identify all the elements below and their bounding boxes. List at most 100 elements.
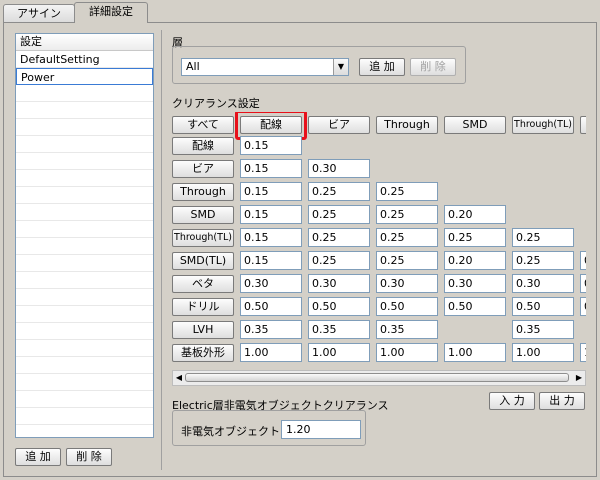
clearance-value-cell[interactable]: 0.30 — [444, 274, 506, 293]
clearance-value-cell[interactable]: 0.15 — [240, 182, 302, 201]
list-item-empty — [16, 204, 153, 221]
list-item-defaultsetting[interactable]: DefaultSetting — [16, 51, 153, 68]
list-item-empty — [16, 323, 153, 340]
clearance-header-col-3[interactable]: Through — [376, 116, 438, 134]
list-item-empty — [16, 374, 153, 391]
add-setting-button[interactable]: 追 加 — [15, 448, 61, 466]
clearance-value-cell[interactable]: 0.30 — [376, 274, 438, 293]
clearance-value-cell[interactable]: 0.50 — [376, 297, 438, 316]
settings-list-header: 設定 — [16, 34, 153, 51]
clearance-row-button[interactable]: SMD — [172, 206, 234, 224]
output-button[interactable]: 出 力 — [539, 392, 585, 410]
input-button[interactable]: 入 力 — [489, 392, 535, 410]
scrollbar-thumb[interactable] — [185, 373, 569, 382]
list-item-empty — [16, 289, 153, 306]
clearance-header-col-1[interactable]: 配線 — [240, 116, 302, 134]
list-item-empty — [16, 391, 153, 408]
clearance-row-button[interactable]: ベタ — [172, 275, 234, 293]
list-item-empty — [16, 238, 153, 255]
clearance-row-button[interactable]: SMD(TL) — [172, 252, 234, 270]
clearance-value-cell[interactable]: 0 — [580, 251, 586, 270]
clearance-value-cell[interactable]: 0.20 — [444, 205, 506, 224]
clearance-value-cell[interactable]: 0.50 — [240, 297, 302, 316]
add-layer-button[interactable]: 追 加 — [359, 58, 405, 76]
clearance-value-cell[interactable]: 0.15 — [240, 205, 302, 224]
clearance-value-cell[interactable]: 0.35 — [376, 320, 438, 339]
clearance-value-cell[interactable]: 0.30 — [308, 159, 370, 178]
list-item-empty — [16, 102, 153, 119]
list-item-empty — [16, 187, 153, 204]
clearance-value-cell[interactable]: 0.25 — [512, 228, 574, 247]
settings-list-empty-rows — [16, 85, 153, 425]
clearance-value-cell[interactable]: 0.25 — [376, 182, 438, 201]
list-item-empty — [16, 221, 153, 238]
tab-assign[interactable]: アサイン — [3, 4, 75, 22]
clearance-value-cell[interactable]: 0.20 — [444, 251, 506, 270]
clearance-value-cell[interactable]: 0.15 — [240, 159, 302, 178]
clearance-value-cell[interactable]: 0.25 — [308, 228, 370, 247]
clearance-value-cell[interactable]: 0.25 — [308, 251, 370, 270]
clearance-value-cell[interactable]: 0.35 — [240, 320, 302, 339]
clearance-value-cell[interactable]: 0.30 — [240, 274, 302, 293]
settings-list[interactable]: 設定 DefaultSetting Power — [15, 33, 154, 438]
clearance-value-cell[interactable]: 0.15 — [240, 136, 302, 155]
clearance-value-cell[interactable]: 0.15 — [240, 228, 302, 247]
list-item-power[interactable]: Power — [16, 68, 153, 85]
clearance-row-button[interactable]: ドリル — [172, 298, 234, 316]
clearance-header-col-4[interactable]: SMD — [444, 116, 506, 134]
list-item-empty — [16, 85, 153, 102]
clearance-value-cell[interactable]: 1 — [580, 343, 586, 362]
clearance-title: クリアランス設定 — [172, 97, 260, 110]
clearance-header-col-6[interactable] — [580, 116, 586, 134]
clearance-value-cell[interactable]: 1.00 — [512, 343, 574, 362]
clearance-value-cell[interactable]: 1.00 — [444, 343, 506, 362]
clearance-value-cell[interactable]: 0.25 — [308, 182, 370, 201]
clearance-row-button[interactable]: LVH — [172, 321, 234, 339]
delete-setting-button[interactable]: 削 除 — [66, 448, 112, 466]
tab-bar: アサイン 詳細設定 — [0, 0, 600, 23]
clearance-value-cell[interactable]: 0.50 — [444, 297, 506, 316]
list-item-empty — [16, 153, 153, 170]
tab-detail-settings[interactable]: 詳細設定 — [74, 2, 148, 23]
clearance-value-cell[interactable]: 1.00 — [240, 343, 302, 362]
layer-select-value: All — [186, 60, 200, 73]
clearance-header-col-5[interactable]: Through(TL) — [512, 116, 574, 134]
clearance-header-col-2[interactable]: ビア — [308, 116, 370, 134]
clearance-header-all[interactable]: すべて — [172, 116, 234, 134]
list-item-empty — [16, 170, 153, 187]
clearance-value-cell[interactable]: 0.25 — [444, 228, 506, 247]
clearance-value-cell[interactable]: 0.25 — [376, 251, 438, 270]
clearance-row-button[interactable]: 配線 — [172, 137, 234, 155]
clearance-value-cell[interactable]: 0.25 — [512, 251, 574, 270]
clearance-row-button[interactable]: 基板外形 — [172, 344, 234, 362]
clearance-horizontal-scrollbar[interactable]: ◀ ▶ — [172, 370, 586, 386]
clearance-value-cell[interactable]: 0.30 — [308, 274, 370, 293]
panel-divider — [161, 30, 162, 470]
clearance-value-cell[interactable]: 0.15 — [240, 251, 302, 270]
clearance-value-cell[interactable]: 0.50 — [308, 297, 370, 316]
clearance-value-cell[interactable]: 0.35 — [512, 320, 574, 339]
clearance-value-cell[interactable]: 0.30 — [512, 274, 574, 293]
scroll-left-icon[interactable]: ◀ — [173, 371, 185, 385]
clearance-value-cell[interactable]: 0 — [580, 274, 586, 293]
list-item-empty — [16, 272, 153, 289]
clearance-value-cell[interactable]: 0.25 — [376, 228, 438, 247]
delete-layer-button[interactable]: 削 除 — [410, 58, 456, 76]
clearance-value-cell[interactable]: 0.35 — [308, 320, 370, 339]
chevron-down-icon[interactable]: ▼ — [333, 59, 348, 75]
clearance-value-cell[interactable]: 1.00 — [376, 343, 438, 362]
clearance-row-button[interactable]: ビア — [172, 160, 234, 178]
clearance-value-cell[interactable]: 1.00 — [308, 343, 370, 362]
non-electric-clearance-input[interactable]: 1.20 — [281, 420, 361, 439]
clearance-row-button[interactable]: Through — [172, 183, 234, 201]
list-item-empty — [16, 255, 153, 272]
list-item-empty — [16, 136, 153, 153]
clearance-row-button[interactable]: Through(TL) — [172, 229, 234, 247]
clearance-value-cell[interactable]: 0.25 — [376, 205, 438, 224]
layer-select[interactable]: All ▼ — [181, 58, 349, 76]
clearance-value-cell[interactable]: 0.50 — [512, 297, 574, 316]
scroll-right-icon[interactable]: ▶ — [573, 371, 585, 385]
clearance-value-cell[interactable]: 0 — [580, 297, 586, 316]
clearance-value-cell[interactable]: 0.25 — [308, 205, 370, 224]
list-item-empty — [16, 408, 153, 425]
